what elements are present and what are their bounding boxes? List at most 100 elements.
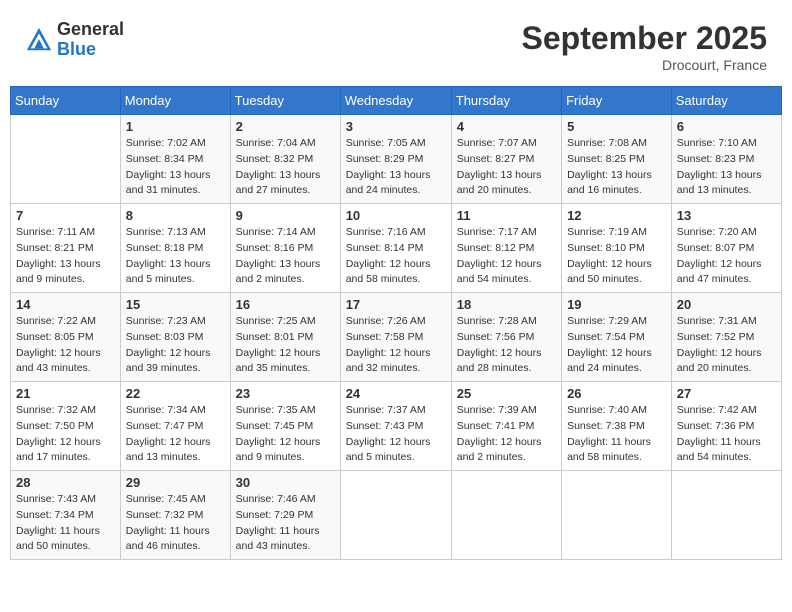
logo: General Blue [25,20,124,60]
calendar-cell: 21Sunrise: 7:32 AMSunset: 7:50 PMDayligh… [11,382,121,471]
title-block: September 2025 Drocourt, France [522,20,767,73]
day-info: Sunrise: 7:35 AMSunset: 7:45 PMDaylight:… [236,403,335,466]
day-number: 3 [346,119,446,134]
day-info: Sunrise: 7:39 AMSunset: 7:41 PMDaylight:… [457,403,556,466]
day-number: 18 [457,297,556,312]
page-header: General Blue September 2025 Drocourt, Fr… [10,10,782,78]
day-number: 6 [677,119,776,134]
day-number: 5 [567,119,666,134]
day-info: Sunrise: 7:11 AMSunset: 8:21 PMDaylight:… [16,225,115,288]
calendar-cell: 8 Sunrise: 7:13 AMSunset: 8:18 PMDaylight… [120,204,230,293]
day-number: 30 [236,475,335,490]
day-info: Sunrise: 7:22 AMSunset: 8:05 PMDaylight:… [16,314,115,377]
calendar-week-row: 28 Sunrise: 7:43 AMSunset: 7:34 PMDayligh… [11,471,782,560]
calendar-cell [671,471,781,560]
day-number: 13 [677,208,776,223]
day-number: 1 [126,119,225,134]
day-info: Sunrise: 7:07 AMSunset: 8:27 PMDaylight:… [457,136,556,199]
calendar-day-header: Wednesday [340,87,451,115]
day-info: Sunrise: 7:42 AMSunset: 7:36 PMDaylight:… [677,403,776,466]
calendar-cell [451,471,561,560]
calendar-cell [11,115,121,204]
day-number: 4 [457,119,556,134]
calendar-week-row: 7 Sunrise: 7:11 AMSunset: 8:21 PMDaylight… [11,204,782,293]
location: Drocourt, France [522,57,767,73]
calendar-cell: 6 Sunrise: 7:10 AMSunset: 8:23 PMDaylight… [671,115,781,204]
calendar-cell: 3 Sunrise: 7:05 AMSunset: 8:29 PMDaylight… [340,115,451,204]
day-info: Sunrise: 7:14 AMSunset: 8:16 PMDaylight:… [236,225,335,288]
day-number: 8 [126,208,225,223]
calendar-cell: 27 Sunrise: 7:42 AMSunset: 7:36 PMDayligh… [671,382,781,471]
day-number: 11 [457,208,556,223]
day-info: Sunrise: 7:32 AMSunset: 7:50 PMDaylight:… [16,403,115,466]
calendar-cell: 1Sunrise: 7:02 AMSunset: 8:34 PMDaylight… [120,115,230,204]
day-info: Sunrise: 7:43 AMSunset: 7:34 PMDaylight:… [16,492,115,555]
calendar-cell: 4 Sunrise: 7:07 AMSunset: 8:27 PMDaylight… [451,115,561,204]
logo-icon [25,26,53,54]
calendar-cell: 14 Sunrise: 7:22 AMSunset: 8:05 PMDayligh… [11,293,121,382]
day-number: 12 [567,208,666,223]
day-number: 23 [236,386,335,401]
day-info: Sunrise: 7:23 AMSunset: 8:03 PMDaylight:… [126,314,225,377]
calendar-cell: 16Sunrise: 7:25 AMSunset: 8:01 PMDayligh… [230,293,340,382]
calendar-cell: 29 Sunrise: 7:45 AMSunset: 7:32 PMDayligh… [120,471,230,560]
day-number: 10 [346,208,446,223]
day-info: Sunrise: 7:20 AMSunset: 8:07 PMDaylight:… [677,225,776,288]
month-title: September 2025 [522,20,767,57]
day-info: Sunrise: 7:19 AMSunset: 8:10 PMDaylight:… [567,225,666,288]
calendar-cell: 25 Sunrise: 7:39 AMSunset: 7:41 PMDayligh… [451,382,561,471]
calendar-cell: 12 Sunrise: 7:19 AMSunset: 8:10 PMDayligh… [562,204,672,293]
calendar-day-header: Tuesday [230,87,340,115]
day-number: 22 [126,386,225,401]
calendar-cell: 28 Sunrise: 7:43 AMSunset: 7:34 PMDayligh… [11,471,121,560]
calendar-cell: 10 Sunrise: 7:16 AMSunset: 8:14 PMDayligh… [340,204,451,293]
day-number: 29 [126,475,225,490]
day-info: Sunrise: 7:16 AMSunset: 8:14 PMDaylight:… [346,225,446,288]
day-number: 15 [126,297,225,312]
calendar-cell: 13 Sunrise: 7:20 AMSunset: 8:07 PMDayligh… [671,204,781,293]
calendar-cell: 11 Sunrise: 7:17 AMSunset: 8:12 PMDayligh… [451,204,561,293]
calendar-day-header: Monday [120,87,230,115]
calendar-day-header: Saturday [671,87,781,115]
day-info: Sunrise: 7:08 AMSunset: 8:25 PMDaylight:… [567,136,666,199]
day-info: Sunrise: 7:13 AMSunset: 8:18 PMDaylight:… [126,225,225,288]
day-info: Sunrise: 7:17 AMSunset: 8:12 PMDaylight:… [457,225,556,288]
calendar-cell [340,471,451,560]
calendar-week-row: 1Sunrise: 7:02 AMSunset: 8:34 PMDaylight… [11,115,782,204]
calendar-cell: 30Sunrise: 7:46 AMSunset: 7:29 PMDayligh… [230,471,340,560]
calendar-cell: 15 Sunrise: 7:23 AMSunset: 8:03 PMDayligh… [120,293,230,382]
day-number: 7 [16,208,115,223]
day-info: Sunrise: 7:28 AMSunset: 7:56 PMDaylight:… [457,314,556,377]
calendar-header-row: SundayMondayTuesdayWednesdayThursdayFrid… [11,87,782,115]
day-number: 28 [16,475,115,490]
calendar-day-header: Sunday [11,87,121,115]
day-number: 25 [457,386,556,401]
day-info: Sunrise: 7:26 AMSunset: 7:58 PMDaylight:… [346,314,446,377]
calendar-cell: 22Sunrise: 7:34 AMSunset: 7:47 PMDayligh… [120,382,230,471]
calendar-table: SundayMondayTuesdayWednesdayThursdayFrid… [10,86,782,560]
day-info: Sunrise: 7:04 AMSunset: 8:32 PMDaylight:… [236,136,335,199]
calendar-cell: 19 Sunrise: 7:29 AMSunset: 7:54 PMDayligh… [562,293,672,382]
calendar-cell: 20Sunrise: 7:31 AMSunset: 7:52 PMDayligh… [671,293,781,382]
day-number: 2 [236,119,335,134]
day-info: Sunrise: 7:45 AMSunset: 7:32 PMDaylight:… [126,492,225,555]
calendar-day-header: Friday [562,87,672,115]
calendar-day-header: Thursday [451,87,561,115]
day-info: Sunrise: 7:37 AMSunset: 7:43 PMDaylight:… [346,403,446,466]
calendar-cell: 2 Sunrise: 7:04 AMSunset: 8:32 PMDaylight… [230,115,340,204]
calendar-cell: 9 Sunrise: 7:14 AMSunset: 8:16 PMDaylight… [230,204,340,293]
day-number: 27 [677,386,776,401]
day-info: Sunrise: 7:05 AMSunset: 8:29 PMDaylight:… [346,136,446,199]
day-number: 16 [236,297,335,312]
calendar-week-row: 14 Sunrise: 7:22 AMSunset: 8:05 PMDayligh… [11,293,782,382]
day-number: 19 [567,297,666,312]
logo-general: General [57,20,124,40]
day-number: 17 [346,297,446,312]
day-number: 9 [236,208,335,223]
logo-text: General Blue [57,20,124,60]
day-info: Sunrise: 7:10 AMSunset: 8:23 PMDaylight:… [677,136,776,199]
day-number: 14 [16,297,115,312]
day-number: 24 [346,386,446,401]
day-info: Sunrise: 7:29 AMSunset: 7:54 PMDaylight:… [567,314,666,377]
calendar-cell: 23 Sunrise: 7:35 AMSunset: 7:45 PMDayligh… [230,382,340,471]
